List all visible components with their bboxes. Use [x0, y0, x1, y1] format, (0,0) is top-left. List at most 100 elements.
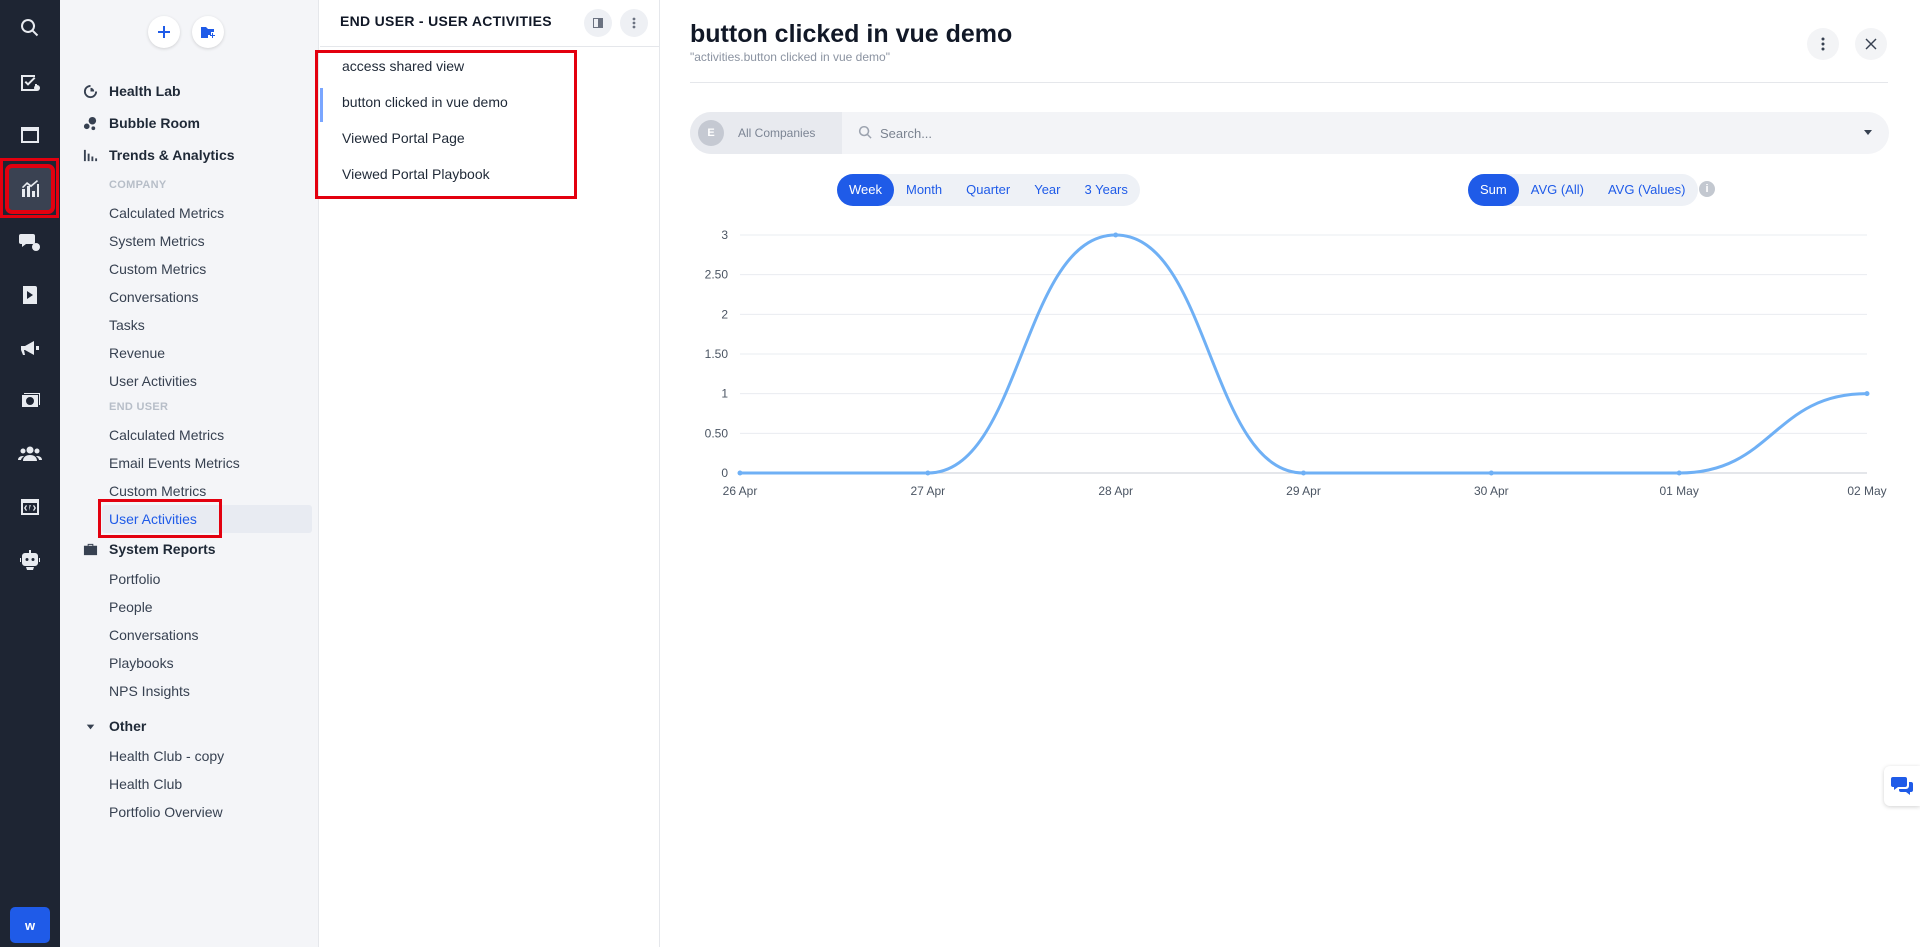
nav-actions — [60, 14, 319, 50]
chat-support-button[interactable] — [1884, 766, 1920, 806]
nav-item-sr-conversations[interactable]: Conversations — [109, 625, 199, 645]
nav-item-email-events-metrics[interactable]: Email Events Metrics — [109, 453, 240, 473]
close-icon — [1865, 38, 1877, 50]
nav-item-custom-metrics[interactable]: Custom Metrics — [109, 259, 206, 279]
chart-x-tick-label: 02 May — [1847, 484, 1886, 498]
nav-group-label: Bubble Room — [109, 115, 200, 131]
nav-group-trends-analytics[interactable]: Trends & Analytics — [60, 143, 319, 167]
more-vertical-icon — [632, 17, 636, 29]
nav-item-user-activities[interactable]: User Activities — [109, 371, 197, 391]
list-panel-title: END USER - USER ACTIVITIES — [340, 13, 552, 29]
plus-icon — [158, 26, 170, 38]
chart-y-tick-label: 0.50 — [705, 426, 729, 440]
nav-group-label: Trends & Analytics — [109, 147, 235, 163]
nav-item-nps-insights[interactable]: NPS Insights — [109, 681, 190, 701]
section-label-company: COMPANY — [109, 179, 167, 191]
panel-icon — [593, 18, 603, 28]
tasks-icon[interactable] — [8, 61, 52, 105]
chart-x-ticks: 26 Apr 27 Apr 28 Apr 29 Apr 30 Apr 01 May 02 M… — [723, 484, 1887, 498]
period-3-years-button[interactable]: 3 Years — [1073, 174, 1140, 206]
nav-item-eu-user-activities[interactable]: User Activities — [109, 509, 197, 529]
briefcase-icon — [82, 541, 98, 557]
nav-item-tasks[interactable]: Tasks — [109, 315, 145, 335]
bubble-room-icon — [82, 115, 98, 131]
folder-add-icon — [201, 27, 215, 38]
list-more-button[interactable] — [620, 9, 648, 37]
billing-icon[interactable] — [8, 379, 52, 423]
chart-y-tick-label: 2 — [721, 307, 728, 321]
nav-group-health-lab[interactable]: Health Lab — [60, 79, 319, 103]
nav-item-portfolio[interactable]: Portfolio — [109, 569, 160, 589]
chart-point — [1864, 391, 1870, 397]
analytics-icon[interactable] — [5, 164, 55, 214]
playbook-icon[interactable] — [8, 273, 52, 317]
nav-item-eu-calculated-metrics[interactable]: Calculated Metrics — [109, 425, 224, 445]
conversations-icon[interactable] — [8, 220, 52, 264]
nav-item-health-club-copy[interactable]: Health Club - copy — [109, 746, 224, 766]
nav-item-health-club[interactable]: Health Club — [109, 774, 182, 794]
company-selector[interactable]: E All Companies — [690, 112, 842, 154]
nav-item-calculated-metrics[interactable]: Calculated Metrics — [109, 203, 224, 223]
search-icon[interactable] — [8, 6, 52, 50]
list-item[interactable]: access shared view — [342, 56, 464, 76]
chart-x-tick-label: 01 May — [1659, 484, 1698, 498]
navigation-sidebar: Health Lab Bubble Room Trends & Analytic… — [60, 0, 319, 947]
chart-x-tick-label: 27 Apr — [910, 484, 945, 498]
chart-x-tick-label: 29 Apr — [1286, 484, 1321, 498]
chat-icon — [1891, 777, 1913, 795]
new-folder-button[interactable] — [192, 16, 224, 48]
bot-icon[interactable] — [8, 538, 52, 582]
nav-group-other[interactable]: Other — [60, 714, 319, 738]
chart-x-tick-label: 26 Apr — [723, 484, 758, 498]
chart-y-tick-label: 2.50 — [705, 268, 729, 282]
period-week-button[interactable]: Week — [837, 174, 894, 206]
company-search-filter: E All Companies — [690, 112, 1889, 154]
period-year-button[interactable]: Year — [1022, 174, 1072, 206]
aggregation-avg-all-button[interactable]: AVG (All) — [1519, 174, 1596, 206]
add-button[interactable] — [148, 16, 180, 48]
toggle-panel-button[interactable] — [584, 9, 612, 37]
page-subtitle: "activities.button clicked in vue demo" — [690, 50, 890, 64]
nav-item-eu-custom-metrics[interactable]: Custom Metrics — [109, 481, 206, 501]
search-icon — [858, 125, 874, 141]
list-panel-header: END USER - USER ACTIVITIES — [320, 0, 660, 47]
list-item[interactable]: button clicked in vue demo — [342, 92, 508, 112]
search-input[interactable] — [880, 123, 1840, 143]
more-vertical-icon — [1821, 37, 1825, 51]
activities-list-panel: END USER - USER ACTIVITIES access shared… — [320, 0, 660, 947]
people-icon[interactable] — [8, 432, 52, 476]
period-month-button[interactable]: Month — [894, 174, 954, 206]
list-item[interactable]: Viewed Portal Playbook — [342, 164, 490, 184]
chart-y-tick-label: 1 — [721, 387, 728, 401]
health-lab-icon — [82, 83, 98, 99]
close-button[interactable] — [1855, 28, 1887, 60]
info-icon[interactable]: i — [1699, 181, 1715, 197]
nav-item-people[interactable]: People — [109, 597, 153, 617]
chart-x-tick-label: 28 Apr — [1098, 484, 1133, 498]
list-item[interactable]: Viewed Portal Page — [342, 128, 465, 148]
nav-group-label: Other — [109, 718, 147, 734]
nav-item-revenue[interactable]: Revenue — [109, 343, 165, 363]
aggregation-sum-button[interactable]: Sum — [1468, 174, 1519, 206]
nav-item-portfolio-overview[interactable]: Portfolio Overview — [109, 802, 223, 822]
detail-more-button[interactable] — [1807, 28, 1839, 60]
nav-item-conversations[interactable]: Conversations — [109, 287, 199, 307]
aggregation-avg-values-button[interactable]: AVG (Values) — [1596, 174, 1698, 206]
nav-item-playbooks[interactable]: Playbooks — [109, 653, 174, 673]
period-selector: Week Month Quarter Year 3 Years — [837, 174, 1140, 206]
workspace-avatar[interactable]: w — [10, 907, 50, 943]
announce-icon[interactable] — [8, 326, 52, 370]
chevron-down-icon[interactable] — [1864, 130, 1872, 135]
code-icon[interactable] — [8, 485, 52, 529]
chart-gridlines — [740, 234, 1867, 474]
chart-point — [1113, 232, 1119, 238]
nav-group-bubble-room[interactable]: Bubble Room — [60, 111, 319, 135]
layout-icon[interactable] — [8, 113, 52, 157]
nav-item-system-metrics[interactable]: System Metrics — [109, 231, 205, 251]
activity-line-chart: 0 0.50 1 1.50 2 2.50 3 26 Apr 27 Apr 28 Apr 29 Ap… — [705, 228, 1887, 498]
selected-item-indicator — [320, 88, 323, 122]
period-quarter-button[interactable]: Quarter — [954, 174, 1022, 206]
page-title: button clicked in vue demo — [690, 20, 1013, 48]
nav-group-system-reports[interactable]: System Reports — [60, 537, 319, 561]
chart-y-tick-label: 1.50 — [705, 347, 729, 361]
